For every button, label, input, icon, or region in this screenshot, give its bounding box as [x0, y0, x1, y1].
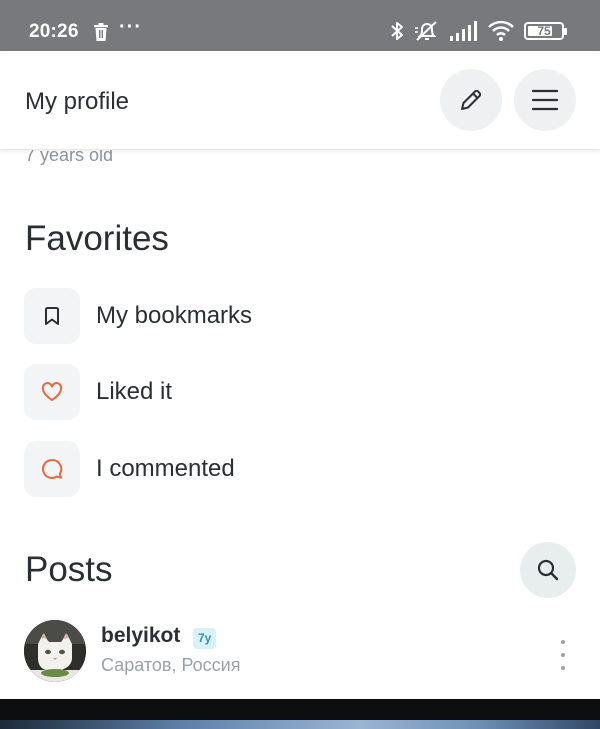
favorites-item-label: I commented	[96, 455, 235, 482]
favorites-title: Favorites	[25, 219, 169, 258]
status-icons: 75	[390, 20, 567, 42]
account-age-badge: 7y	[193, 628, 217, 649]
posts-title: Posts	[25, 550, 113, 589]
page-title: My profile	[25, 88, 130, 115]
search-icon	[537, 559, 559, 581]
favorites-item-liked[interactable]: Liked it	[24, 364, 172, 420]
more-vertical-icon-dot	[561, 640, 565, 644]
more-dots-icon: ···	[119, 16, 142, 38]
bookmark-icon	[45, 307, 59, 325]
more-vertical-icon-dot	[561, 653, 565, 657]
pencil-icon	[461, 89, 482, 110]
edit-profile-button[interactable]	[440, 69, 502, 131]
hamburger-menu-icon	[532, 89, 558, 111]
mute-icon	[415, 21, 437, 41]
favorites-item-label: My bookmarks	[96, 302, 253, 329]
search-posts-button[interactable]	[520, 542, 576, 598]
post-author-name[interactable]: belyikot	[101, 624, 180, 648]
cat-avatar-image	[24, 620, 86, 682]
post-media-image	[0, 720, 600, 729]
favorites-item-commented[interactable]: I commented	[24, 441, 235, 497]
avatar[interactable]	[24, 620, 86, 682]
favorites-icon-box	[24, 441, 80, 497]
heart-icon	[41, 382, 63, 401]
favorites-icon-box	[24, 364, 80, 420]
battery-level: 75	[537, 24, 551, 38]
post-location: Саратов, Россия	[101, 655, 241, 675]
comment-icon	[42, 458, 63, 479]
post-media-preview[interactable]	[0, 699, 600, 729]
more-vertical-icon-dot	[561, 666, 565, 670]
menu-button[interactable]	[514, 69, 576, 131]
battery-icon: 75	[524, 22, 567, 40]
post-more-options-button[interactable]	[553, 640, 573, 670]
wifi-icon	[488, 20, 514, 41]
app-header: My profile	[0, 51, 600, 150]
signal-icon	[450, 21, 477, 41]
favorites-icon-box	[24, 288, 80, 344]
favorites-item-bookmarks[interactable]: My bookmarks	[24, 288, 252, 344]
trash-icon	[94, 23, 108, 41]
bluetooth-icon	[391, 22, 403, 40]
status-time: 20:26	[29, 21, 79, 42]
status-bar: 20:26 ··· 75	[0, 0, 600, 51]
favorites-item-label: Liked it	[96, 378, 173, 405]
post-header: belyikot 7y Саратов, Россия	[24, 620, 584, 686]
